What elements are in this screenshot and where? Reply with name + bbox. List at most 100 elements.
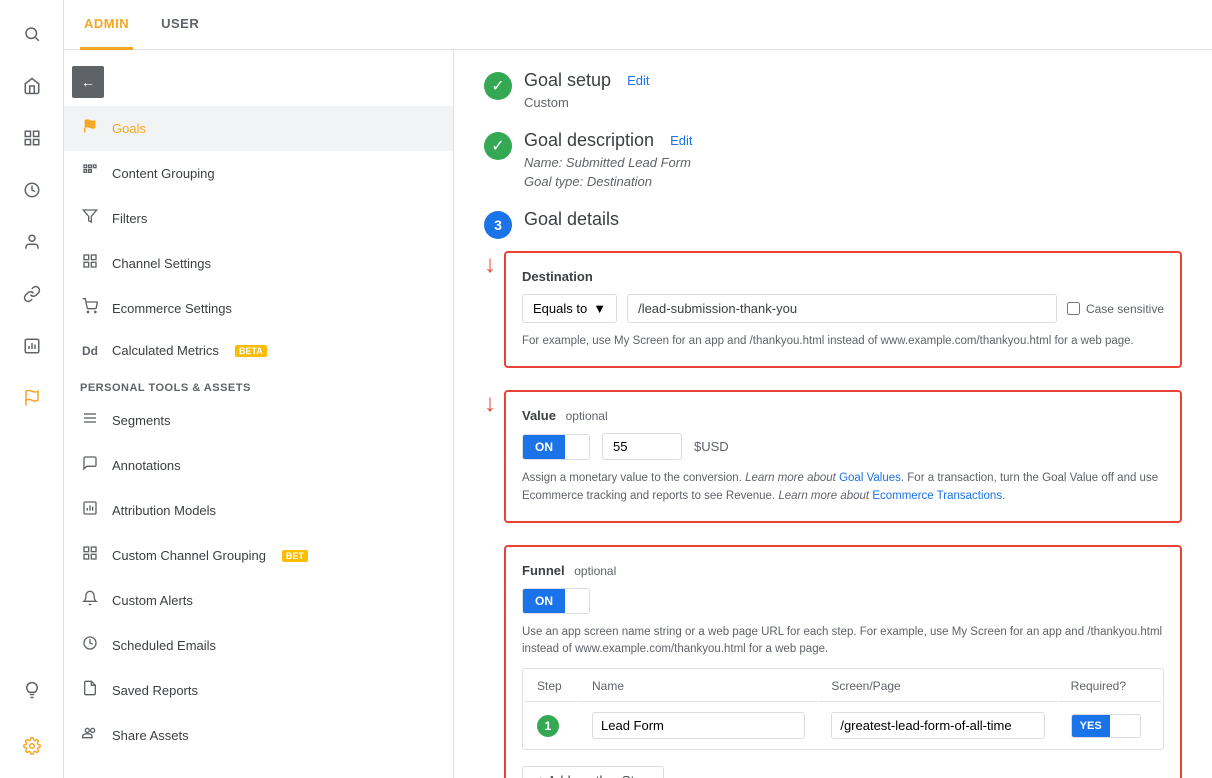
- sidebar-label-saved-reports: Saved Reports: [112, 683, 198, 698]
- report-icon[interactable]: [8, 322, 56, 370]
- saved-reports-icon: [80, 680, 100, 701]
- destination-url-input[interactable]: [627, 294, 1057, 323]
- sidebar-item-custom-alerts[interactable]: Custom Alerts: [64, 578, 453, 623]
- attribution-icon: [80, 500, 100, 521]
- sidebar-label-scheduled-emails: Scheduled Emails: [112, 638, 216, 653]
- value-description: Assign a monetary value to the conversio…: [522, 470, 1164, 505]
- sidebar-item-goals[interactable]: Goals: [64, 106, 453, 151]
- screen-page-cell[interactable]: [819, 704, 1056, 747]
- value-toggle[interactable]: ON: [522, 434, 590, 460]
- funnel-toggle-off[interactable]: [565, 589, 589, 613]
- flag-icon[interactable]: [8, 374, 56, 422]
- sidebar-label-custom-alerts: Custom Alerts: [112, 593, 193, 608]
- required-cell[interactable]: YES: [1059, 704, 1161, 747]
- type-label: Goal type:: [524, 174, 583, 189]
- dashboard-icon[interactable]: [8, 114, 56, 162]
- sidebar-item-annotations[interactable]: Annotations: [64, 443, 453, 488]
- type-value: Destination: [587, 174, 652, 189]
- col-step: Step: [525, 671, 578, 702]
- sidebar-item-channel-settings[interactable]: Channel Settings: [64, 241, 453, 286]
- sidebar-label-goals: Goals: [112, 121, 146, 136]
- destination-label: Destination: [522, 269, 1164, 284]
- name-cell[interactable]: [580, 704, 817, 747]
- ecommerce-link[interactable]: Ecommerce Transactions: [872, 490, 1002, 502]
- step3-num: 3: [484, 211, 512, 239]
- value-amount-input[interactable]: [602, 433, 682, 460]
- sidebar-label-ecommerce: Ecommerce Settings: [112, 301, 232, 316]
- scheduled-emails-icon: [80, 635, 100, 656]
- sidebar-item-custom-channel-grouping[interactable]: Custom Channel Grouping BET: [64, 533, 453, 578]
- bulb-icon[interactable]: [8, 666, 56, 714]
- ecommerce-icon: [80, 298, 100, 319]
- currency-label: $USD: [694, 439, 729, 454]
- funnel-toggle-on[interactable]: ON: [523, 589, 565, 613]
- clock-icon[interactable]: [8, 166, 56, 214]
- tab-user[interactable]: USER: [157, 0, 203, 50]
- goal-setup-title: Goal setup: [524, 70, 611, 91]
- personal-tools-header: PERSONAL TOOLS & ASSETS: [64, 370, 453, 398]
- channel-settings-icon: [80, 253, 100, 274]
- step-screen-input[interactable]: [831, 712, 1044, 739]
- sidebar-label-attribution: Attribution Models: [112, 503, 216, 518]
- funnel-optional: optional: [574, 564, 616, 578]
- match-type-select[interactable]: Equals to ▼: [522, 294, 617, 323]
- funnel-box: Funnel optional ON Use an app screen nam…: [504, 545, 1182, 778]
- goal-setup-edit[interactable]: Edit: [627, 73, 649, 88]
- goal-description-edit[interactable]: Edit: [670, 133, 692, 148]
- sidebar-item-segments[interactable]: Segments: [64, 398, 453, 443]
- value-wrapper: ↓ Value optional ON $: [484, 390, 1182, 539]
- sidebar: ← Goals Content Grouping Filters: [64, 50, 454, 778]
- sidebar-item-calculated-metrics[interactable]: Dd Calculated Metrics BETA: [64, 331, 453, 370]
- step-cell: 1: [525, 704, 578, 747]
- sidebar-item-filters[interactable]: Filters: [64, 196, 453, 241]
- sidebar-label-channel-settings: Channel Settings: [112, 256, 211, 271]
- person-icon[interactable]: [8, 218, 56, 266]
- back-button[interactable]: ←: [72, 66, 104, 98]
- goal-details-section: 3 Goal details: [484, 209, 1182, 239]
- sidebar-item-ecommerce-settings[interactable]: Ecommerce Settings: [64, 286, 453, 331]
- col-screen-page: Screen/Page: [819, 671, 1056, 702]
- goal-description-type: Goal type: Destination: [524, 174, 692, 189]
- value-arrow: ↓: [484, 392, 496, 416]
- goal-values-link[interactable]: Goal Values: [839, 472, 901, 484]
- value-toggle-on[interactable]: ON: [523, 435, 565, 459]
- value-label: Value optional: [522, 408, 1164, 423]
- gear-icon[interactable]: [8, 722, 56, 770]
- goal-description-section: ✓ Goal description Edit Name: Submitted …: [484, 130, 1182, 189]
- step1-check: ✓: [484, 72, 512, 100]
- required-toggle[interactable]: YES: [1071, 714, 1141, 738]
- main-panel: ✓ Goal setup Edit Custom ✓ Goal descript…: [454, 50, 1212, 778]
- sidebar-label-content-grouping: Content Grouping: [112, 166, 215, 181]
- destination-box: Destination Equals to ▼ Case sensitive: [504, 251, 1182, 368]
- sidebar-item-share-assets[interactable]: Share Assets: [64, 713, 453, 758]
- value-box: Value optional ON $USD Assig: [504, 390, 1182, 523]
- step-number: 1: [537, 715, 559, 737]
- funnel-toggle[interactable]: ON: [522, 588, 590, 614]
- sidebar-item-saved-reports[interactable]: Saved Reports: [64, 668, 453, 713]
- home-icon[interactable]: [8, 62, 56, 110]
- custom-channel-badge: BET: [282, 550, 308, 562]
- case-sensitive-label[interactable]: Case sensitive: [1067, 302, 1164, 316]
- search-icon[interactable]: [8, 10, 56, 58]
- yes-button[interactable]: YES: [1072, 715, 1110, 737]
- name-value: Submitted Lead Form: [566, 155, 691, 170]
- table-row: 1: [525, 704, 1161, 747]
- add-step-button[interactable]: + Add another Step: [522, 766, 664, 778]
- goal-setup-section: ✓ Goal setup Edit Custom: [484, 70, 1182, 110]
- segments-icon: [80, 410, 100, 431]
- sidebar-item-attribution-models[interactable]: Attribution Models: [64, 488, 453, 533]
- sidebar-item-content-grouping[interactable]: Content Grouping: [64, 151, 453, 196]
- value-toggle-off[interactable]: [565, 435, 589, 459]
- share-assets-icon: [80, 725, 100, 746]
- no-button[interactable]: [1110, 715, 1140, 737]
- step-name-input[interactable]: [592, 712, 805, 739]
- case-sensitive-text: Case sensitive: [1086, 302, 1164, 316]
- sidebar-item-scheduled-emails[interactable]: Scheduled Emails: [64, 623, 453, 668]
- col-required: Required?: [1059, 671, 1161, 702]
- goal-setup-subtitle: Custom: [524, 95, 649, 110]
- tab-admin[interactable]: ADMIN: [80, 0, 133, 50]
- filters-icon: [80, 208, 100, 229]
- sidebar-label-calculated-metrics: Calculated Metrics: [112, 343, 219, 358]
- case-sensitive-checkbox[interactable]: [1067, 302, 1080, 315]
- link-icon[interactable]: [8, 270, 56, 318]
